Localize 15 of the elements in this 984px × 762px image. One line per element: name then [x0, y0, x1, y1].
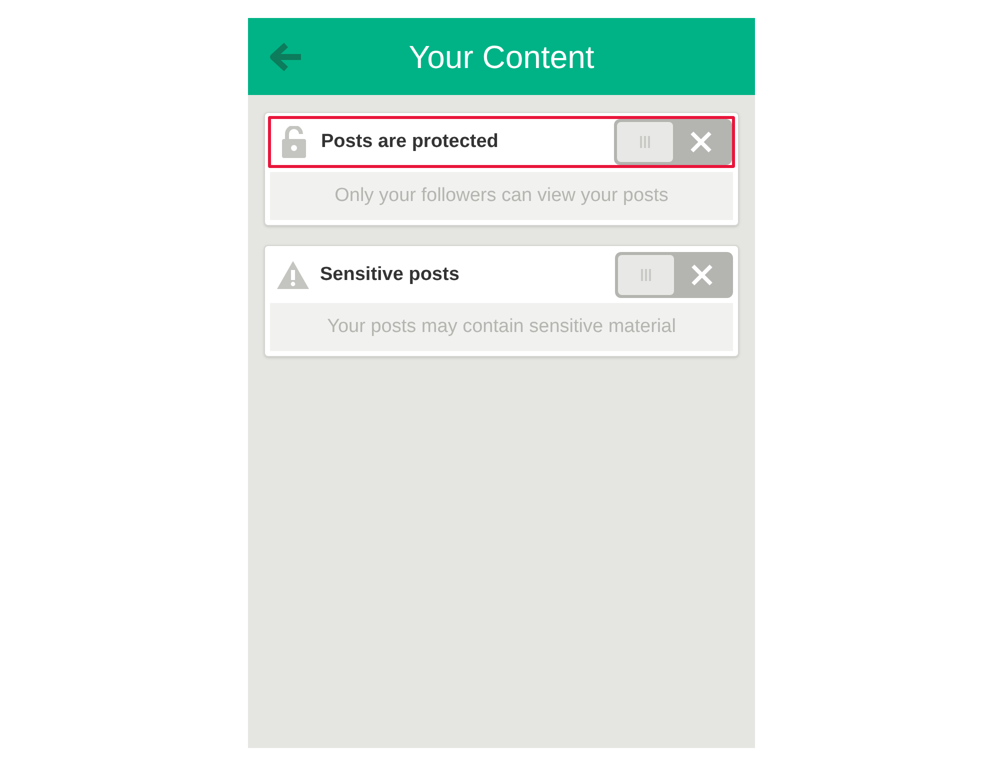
setting-label: Sensitive posts	[320, 262, 460, 287]
warning-icon	[277, 261, 309, 289]
setting-description: Only your followers can view your posts	[270, 172, 733, 220]
setting-description: Your posts may contain sensitive material	[270, 303, 733, 351]
close-icon	[691, 264, 713, 286]
back-arrow-icon	[269, 42, 303, 72]
back-button[interactable]	[268, 40, 304, 74]
grip-icon	[639, 136, 651, 148]
padlock-icon	[282, 126, 306, 158]
setting-label: Posts are protected	[321, 130, 500, 154]
screen-title: Your Content	[408, 38, 594, 76]
close-icon	[690, 131, 712, 153]
toggle-switch[interactable]	[615, 252, 733, 298]
toggle-switch[interactable]	[614, 119, 732, 165]
grip-icon	[640, 269, 652, 281]
